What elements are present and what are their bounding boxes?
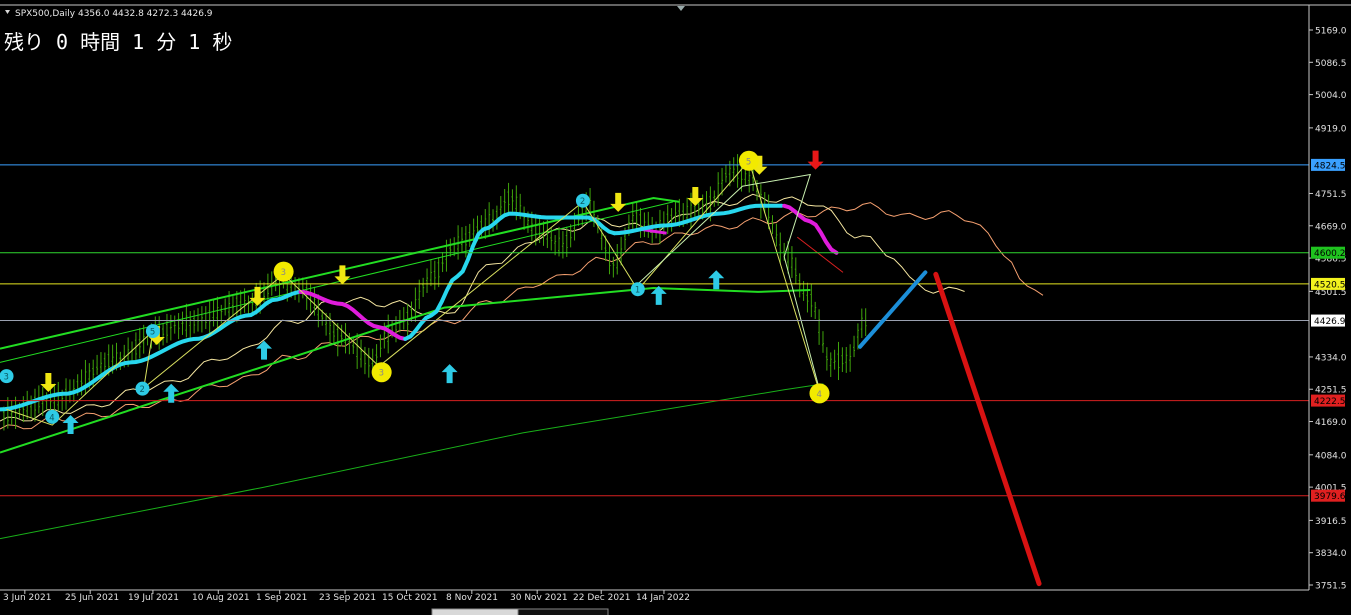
time-tick-label-6: 15 Oct 2021 xyxy=(382,593,438,603)
price-tick-label-14: 3834.0 xyxy=(1315,549,1347,559)
time-tick-label-1: 25 Jun 2021 xyxy=(65,593,119,603)
price-line-label-3: 4426.9 xyxy=(1314,317,1346,327)
price-tick-label-2: 5004.0 xyxy=(1315,91,1347,101)
chart-background xyxy=(0,0,1351,615)
time-tick-label-7: 8 Nov 2021 xyxy=(446,593,498,603)
time-tick-label-2: 19 Jul 2021 xyxy=(128,593,179,603)
price-tick-label-10: 4169.0 xyxy=(1315,418,1347,428)
price-tick-label-4: 4751.5 xyxy=(1315,190,1347,200)
price-tick-label-1: 5086.5 xyxy=(1315,59,1347,69)
price-tick-label-15: 3751.5 xyxy=(1315,582,1347,592)
price-tick-label-9: 4251.5 xyxy=(1315,386,1347,396)
chart-tab-active[interactable] xyxy=(431,608,519,615)
price-tick-label-8: 4334.0 xyxy=(1315,353,1347,363)
time-tick-label-3: 10 Aug 2021 xyxy=(192,593,250,603)
price-tick-label-13: 3916.5 xyxy=(1315,517,1347,527)
price-tick-label-0: 5169.0 xyxy=(1315,27,1347,37)
price-tick-label-11: 4084.0 xyxy=(1315,451,1347,461)
wave-label-text: 5 xyxy=(746,157,751,167)
wave-label-text: 4 xyxy=(816,390,821,400)
wave-label-text: 1 xyxy=(635,286,640,296)
price-line-label-1: 4600.2 xyxy=(1314,249,1346,259)
time-tick-label-8: 30 Nov 2021 xyxy=(510,593,568,603)
price-line-label-2: 4520.5 xyxy=(1314,280,1346,290)
chart-tab[interactable] xyxy=(517,608,609,615)
wave-label-text: 3 xyxy=(379,369,384,379)
price-tick-label-3: 4919.0 xyxy=(1315,124,1347,134)
price-line-label-5: 3979.6 xyxy=(1314,492,1346,502)
price-line-label-4: 4222.5 xyxy=(1314,397,1346,407)
price-tick-label-5: 4669.0 xyxy=(1315,222,1347,232)
price-line-label-0: 4824.5 xyxy=(1314,161,1346,171)
time-tick-label-9: 22 Dec 2021 xyxy=(573,593,631,603)
time-tick-label-0: 3 Jun 2021 xyxy=(3,593,51,603)
time-tick-label-4: 1 Sep 2021 xyxy=(256,593,307,603)
wave-label-text: 5 xyxy=(150,328,155,338)
wave-label-text: 2 xyxy=(139,385,144,395)
countdown-timer: 残り 0 時間 1 分 1 秒 xyxy=(4,30,232,54)
trading-chart[interactable]: 3 4 5 2 3 3 2 1 5 4 5169.0 5086.5 5004.0 4919.0 4751.… xyxy=(0,0,1351,615)
wave-label-text: 3 xyxy=(281,268,286,278)
wave-label-text: 3 xyxy=(4,373,9,383)
symbol-ohlc-label: SPX500,Daily 4356.0 4432.8 4272.3 4426.9 xyxy=(15,9,213,19)
wave-label-text: 2 xyxy=(580,197,585,207)
wave-label-text: 4 xyxy=(49,413,54,423)
time-tick-label-10: 14 Jan 2022 xyxy=(636,593,690,603)
time-tick-label-5: 23 Sep 2021 xyxy=(319,593,376,603)
